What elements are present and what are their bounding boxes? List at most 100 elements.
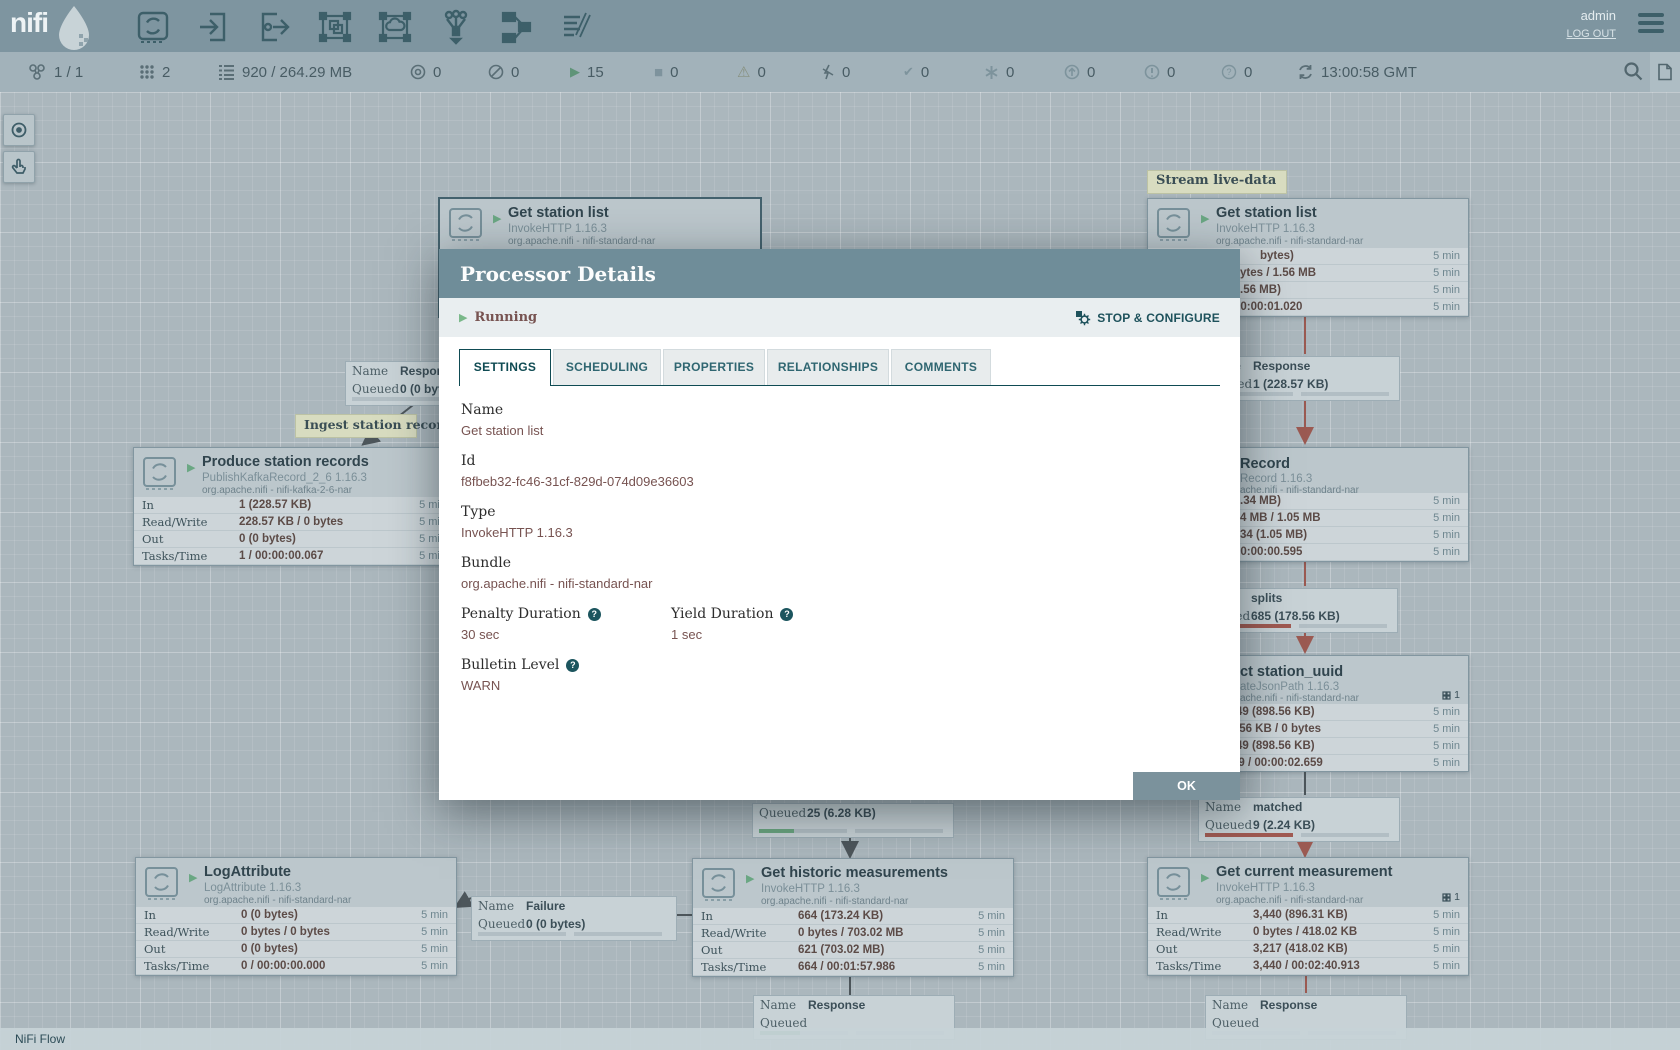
processor-details-dialog: Processor Details ▶ Running STOP & CONFI…	[439, 249, 1240, 800]
processor-type: PublishKafkaRecord_2_6 1.16.3	[202, 472, 367, 484]
queue-size-bar	[574, 932, 662, 936]
connection-label-failure[interactable]: NameFailure Queued0 (0 bytes)	[471, 896, 677, 941]
search-icon[interactable]	[1622, 60, 1644, 87]
nifi-logo: nifi	[10, 7, 48, 39]
processor-bundle: ache.nifi - nifi-standard-nar	[1240, 693, 1359, 704]
tasks-badge: 1	[1442, 689, 1460, 701]
remote-process-group-icon[interactable]	[378, 9, 412, 45]
processor-type: LogAttribute 1.16.3	[204, 882, 301, 894]
output-port-icon[interactable]	[257, 9, 291, 45]
processor-stamp-icon	[1156, 865, 1191, 907]
field-yield-duration: Yield Duration 1 sec	[671, 606, 881, 642]
asterisk-icon	[984, 65, 999, 80]
processor-bundle: org.apache.nifi - nifi-kafka-2-6-nar	[202, 485, 352, 496]
field-name: Name Get station list	[461, 402, 1218, 438]
input-port-icon[interactable]	[196, 9, 230, 45]
connection-label-queued-25[interactable]: Queued25 (6.28 KB)	[752, 803, 954, 838]
processor-bundle: org.apache.nifi - nifi-standard-nar	[1216, 895, 1363, 906]
sync-failure-status: ? 0	[1221, 52, 1252, 92]
queue-size-bar	[1301, 392, 1389, 396]
running-icon: ▶	[746, 872, 754, 885]
processor-name: ct station_uuid	[1240, 664, 1343, 680]
ok-button[interactable]: OK	[1133, 772, 1240, 800]
processor-stamp-icon	[448, 206, 483, 248]
stop-configure-button[interactable]: STOP & CONFIGURE	[1075, 310, 1220, 326]
tab-relationships[interactable]: RELATIONSHIPS	[767, 349, 889, 385]
flow-label-stream-live-data[interactable]: Stream live-data	[1147, 170, 1287, 194]
processor-name: Record	[1240, 456, 1290, 472]
tab-properties[interactable]: PROPERTIES	[663, 349, 765, 385]
processor-name: Get historic measurements	[761, 865, 948, 881]
tab-settings[interactable]: SETTINGS	[459, 349, 551, 386]
question-circle-icon: ?	[1221, 64, 1237, 80]
funnel-icon[interactable]	[439, 9, 473, 45]
operate-palette-button[interactable]	[3, 151, 35, 183]
grid-icon	[1442, 691, 1451, 700]
app-header: nifi admin LOG OUT	[0, 0, 1680, 52]
processor-type: Record 1.16.3	[1240, 473, 1312, 485]
threads-icon	[139, 64, 155, 80]
processor-bundle-value: org.apache.nifi - nifi-standard-nar	[461, 576, 1218, 591]
breadcrumb[interactable]: NiFi Flow	[15, 1032, 65, 1046]
cluster-icon	[27, 63, 47, 81]
processor-type: InvokeHTTP 1.16.3	[1216, 223, 1315, 235]
processor-type: InvokeHTTP 1.16.3	[1216, 882, 1315, 894]
stale-status: 0	[1064, 52, 1095, 92]
queue-size-bar	[1301, 833, 1389, 837]
processor-get-historic-measurements[interactable]: ▶ Get historic measurements InvokeHTTP 1…	[692, 858, 1014, 977]
transmitting-status: 0	[410, 52, 441, 92]
template-icon[interactable]	[499, 9, 533, 45]
not-transmitting-icon	[488, 64, 504, 80]
help-icon	[780, 608, 793, 621]
tab-scheduling[interactable]: SCHEDULING	[553, 349, 661, 385]
label-icon[interactable]	[560, 9, 594, 45]
navigate-palette-button[interactable]	[3, 114, 35, 146]
dialog-title: Processor Details	[439, 262, 656, 286]
nifi-app: nifi admin LOG OUT	[0, 0, 1680, 1050]
refresh-status[interactable]: 13:00:58 GMT	[1297, 52, 1417, 92]
processor-get-current-measurement[interactable]: ▶ Get current measurement InvokeHTTP 1.1…	[1147, 857, 1469, 976]
locally-modified-status: 0	[984, 52, 1014, 92]
invalid-status: ⚠ 0	[737, 52, 766, 92]
processor-type-value: InvokeHTTP 1.16.3	[461, 525, 1218, 540]
stop-configure-icon	[1075, 310, 1091, 326]
logout-link[interactable]: LOG OUT	[1566, 28, 1616, 40]
bulletin-level-value: WARN	[461, 678, 1218, 693]
stopped-status: ■ 0	[654, 52, 678, 92]
running-icon: ▶	[570, 64, 580, 80]
tab-comments[interactable]: COMMENTS	[891, 349, 991, 385]
running-icon: ▶	[459, 311, 467, 324]
field-bundle: Bundle org.apache.nifi - nifi-standard-n…	[461, 555, 1218, 591]
stopped-icon: ■	[654, 64, 663, 81]
breadcrumb-bar: NiFi Flow	[0, 1028, 1680, 1050]
status-bar: 1 / 1 2 920 / 264.29 MB 0 0 ▶ 15 ■ 0 ⚠ 0	[0, 52, 1680, 93]
disabled-status: 0	[821, 52, 850, 92]
running-icon: ▶	[1201, 212, 1209, 225]
processor-log-attribute[interactable]: ▶ LogAttribute LogAttribute 1.16.3 org.a…	[135, 857, 457, 976]
processor-produce-station-records[interactable]: ▶ Produce station records PublishKafkaRe…	[133, 447, 455, 566]
flow-label-ingest-station-records[interactable]: Ingest station records	[295, 414, 417, 438]
transmitting-icon	[410, 64, 426, 80]
global-menu-icon[interactable]	[1638, 13, 1664, 37]
check-icon: ✔	[903, 64, 914, 80]
cluster-status: 1 / 1	[27, 52, 83, 92]
processor-name: Get station list	[508, 205, 609, 221]
navigate-icon	[10, 121, 28, 139]
help-icon	[588, 608, 601, 621]
processor-type: ateJsonPath 1.16.3	[1240, 681, 1339, 693]
queue-count-bar	[1205, 833, 1293, 837]
field-penalty-duration: Penalty Duration 30 sec	[461, 606, 671, 642]
connection-label-matched[interactable]: Namematched Queued9 (2.24 KB)	[1198, 797, 1400, 842]
running-icon: ▶	[189, 871, 197, 884]
processor-icon[interactable]	[136, 9, 170, 45]
queue-count-bar	[759, 829, 847, 833]
process-group-icon[interactable]	[318, 9, 352, 45]
help-icon	[566, 659, 579, 672]
yield-duration-value: 1 sec	[671, 627, 881, 642]
disabled-icon	[821, 64, 835, 80]
locally-modified-stale-status: 0	[1144, 52, 1175, 92]
run-status: ▶ Running	[459, 310, 537, 325]
birdseye-toggle-button[interactable]	[1650, 52, 1680, 92]
processor-stamp-icon	[701, 866, 736, 908]
not-transmitting-status: 0	[488, 52, 519, 92]
